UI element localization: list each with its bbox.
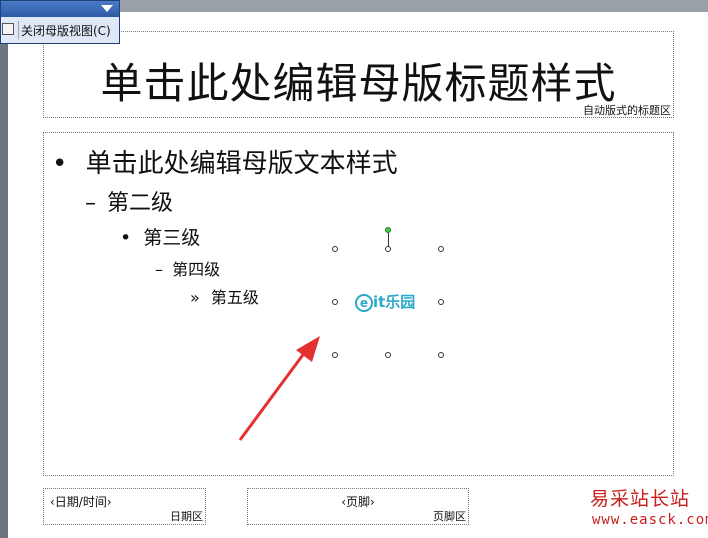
resize-handle-s[interactable] [385,352,391,358]
footer-placeholder[interactable]: ‹页脚› 页脚区 [247,488,469,525]
slide-left-shadow [0,12,8,538]
resize-handle-e[interactable] [438,299,444,305]
rotate-handle-stem [388,233,389,247]
title-placeholder-text: 单击此处编辑母版标题样式 [100,59,617,108]
footer-area-label: 页脚区 [433,510,466,523]
close-master-view-button[interactable]: 关闭母版视图(C) [21,22,111,39]
title-placeholder[interactable]: 单击此处编辑母版标题样式 自动版式的标题区 [43,31,674,118]
text-level-2: – 第二级 [85,185,173,217]
date-area-label: 日期区 [170,510,203,523]
bullet-dash-icon: – [85,191,96,216]
watermark-logo: 易采站长站 [590,488,691,510]
level-2-text: 第二级 [107,191,174,216]
logo-text: it乐园 [373,293,416,311]
date-placeholder[interactable]: ‹日期/时间› 日期区 [43,488,206,525]
date-text: ‹日期/时间› [50,495,112,509]
resize-handle-w[interactable] [332,299,338,305]
slide-view-icon[interactable] [2,23,14,35]
level-4-text: 第四级 [172,260,221,279]
master-view-toolbar: 关闭母版视图(C) [0,0,120,44]
slide-canvas[interactable]: 单击此处编辑母版标题样式 自动版式的标题区 • 单击此处编辑母版文本样式 – 第… [8,12,708,538]
bullet-dash-icon: – [155,260,163,279]
resize-handle-ne[interactable] [438,246,444,252]
chevron-down-icon[interactable] [101,5,113,12]
resize-handle-n[interactable] [385,246,391,252]
resize-handle-se[interactable] [438,352,444,358]
watermark-url: www.easck.com [592,512,708,528]
level-1-text: 单击此处编辑母版文本样式 [85,149,398,179]
logo-mark: e [355,294,373,312]
level-5-text: 第五级 [210,288,259,307]
level-3-text: 第三级 [143,227,201,249]
toolbar-title-bar[interactable] [1,1,119,17]
toolbar-separator [18,21,19,39]
title-area-label: 自动版式的标题区 [583,104,671,117]
text-level-3: • 第三级 [120,223,200,250]
text-level-1: • 单击此处编辑母版文本样式 [52,143,398,180]
it-paradise-logo: e it乐园 [355,291,415,312]
bullet-dot-icon: • [120,227,132,249]
bullet-chevron-icon: » [190,288,200,307]
bullet-dot-icon: • [52,149,68,179]
toolbar-row: 关闭母版视图(C) [1,17,119,43]
text-level-4: – 第四级 [155,256,220,280]
text-level-5: » 第五级 [190,284,259,308]
resize-handle-nw[interactable] [332,246,338,252]
resize-handle-sw[interactable] [332,352,338,358]
